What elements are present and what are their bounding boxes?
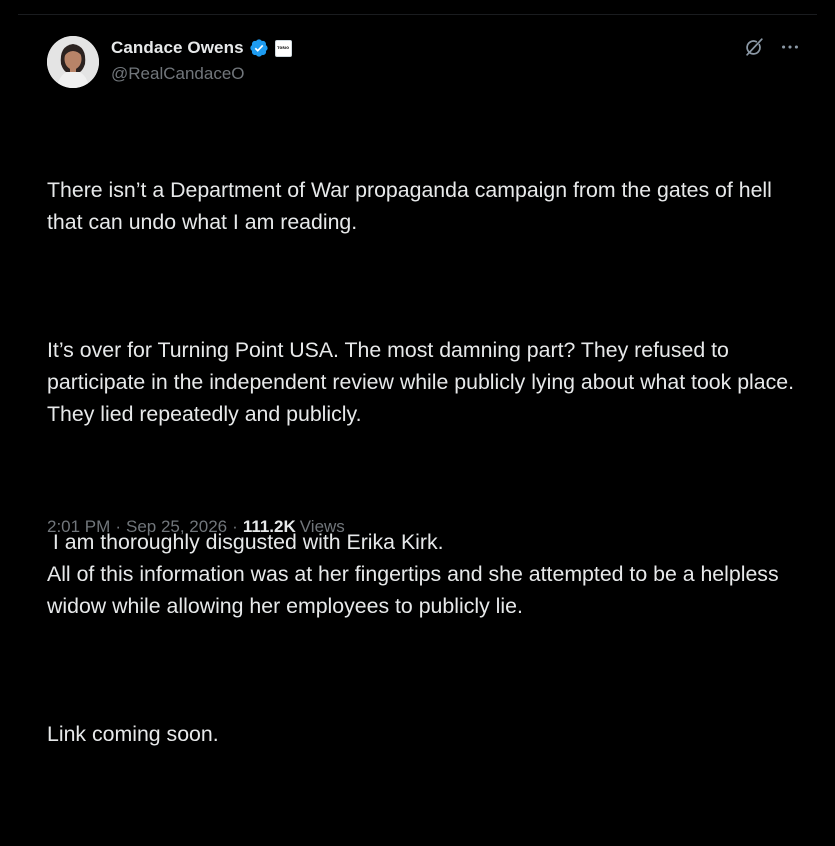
tweet-date[interactable]: Sep 25, 2026 <box>126 517 227 537</box>
tweet-time[interactable]: 2:01 PM <box>47 517 110 537</box>
display-name[interactable]: Candace Owens <box>111 38 244 58</box>
tweet-paragraph: Link coming soon. <box>47 722 219 746</box>
user-handle[interactable]: @RealCandaceO <box>111 64 292 84</box>
meta-separator: · <box>232 517 238 536</box>
grok-icon[interactable] <box>743 36 765 58</box>
tweet-paragraph: I am thoroughly disgusted with Erika Kir… <box>47 530 779 618</box>
divider <box>18 14 817 15</box>
avatar[interactable] <box>47 36 99 88</box>
tweet-paragraph: There isn’t a Department of War propagan… <box>47 178 778 234</box>
tweet-paragraph: It’s over for Turning Point USA. The mos… <box>47 338 800 426</box>
tweet-text: There isn’t a Department of War propagan… <box>47 110 807 846</box>
views-label: Views <box>299 517 345 536</box>
affiliate-badge-text: TORIO <box>277 46 289 50</box>
views-count: 111.2K <box>242 517 296 536</box>
author-block: Candace Owens TORIO @RealCandaceO <box>111 37 292 84</box>
verified-badge-icon[interactable] <box>249 38 269 58</box>
more-horizontal-icon[interactable] <box>779 36 801 58</box>
affiliate-badge-icon[interactable]: TORIO <box>274 39 292 57</box>
name-row: Candace Owens TORIO <box>111 37 292 59</box>
tweet-card: Candace Owens TORIO @RealCandaceO There … <box>0 0 835 746</box>
tweet-meta: 2:01 PM · Sep 25, 2026 · 111.2K Views <box>47 517 345 537</box>
tweet-actions <box>743 36 801 58</box>
meta-separator: · <box>115 517 121 536</box>
